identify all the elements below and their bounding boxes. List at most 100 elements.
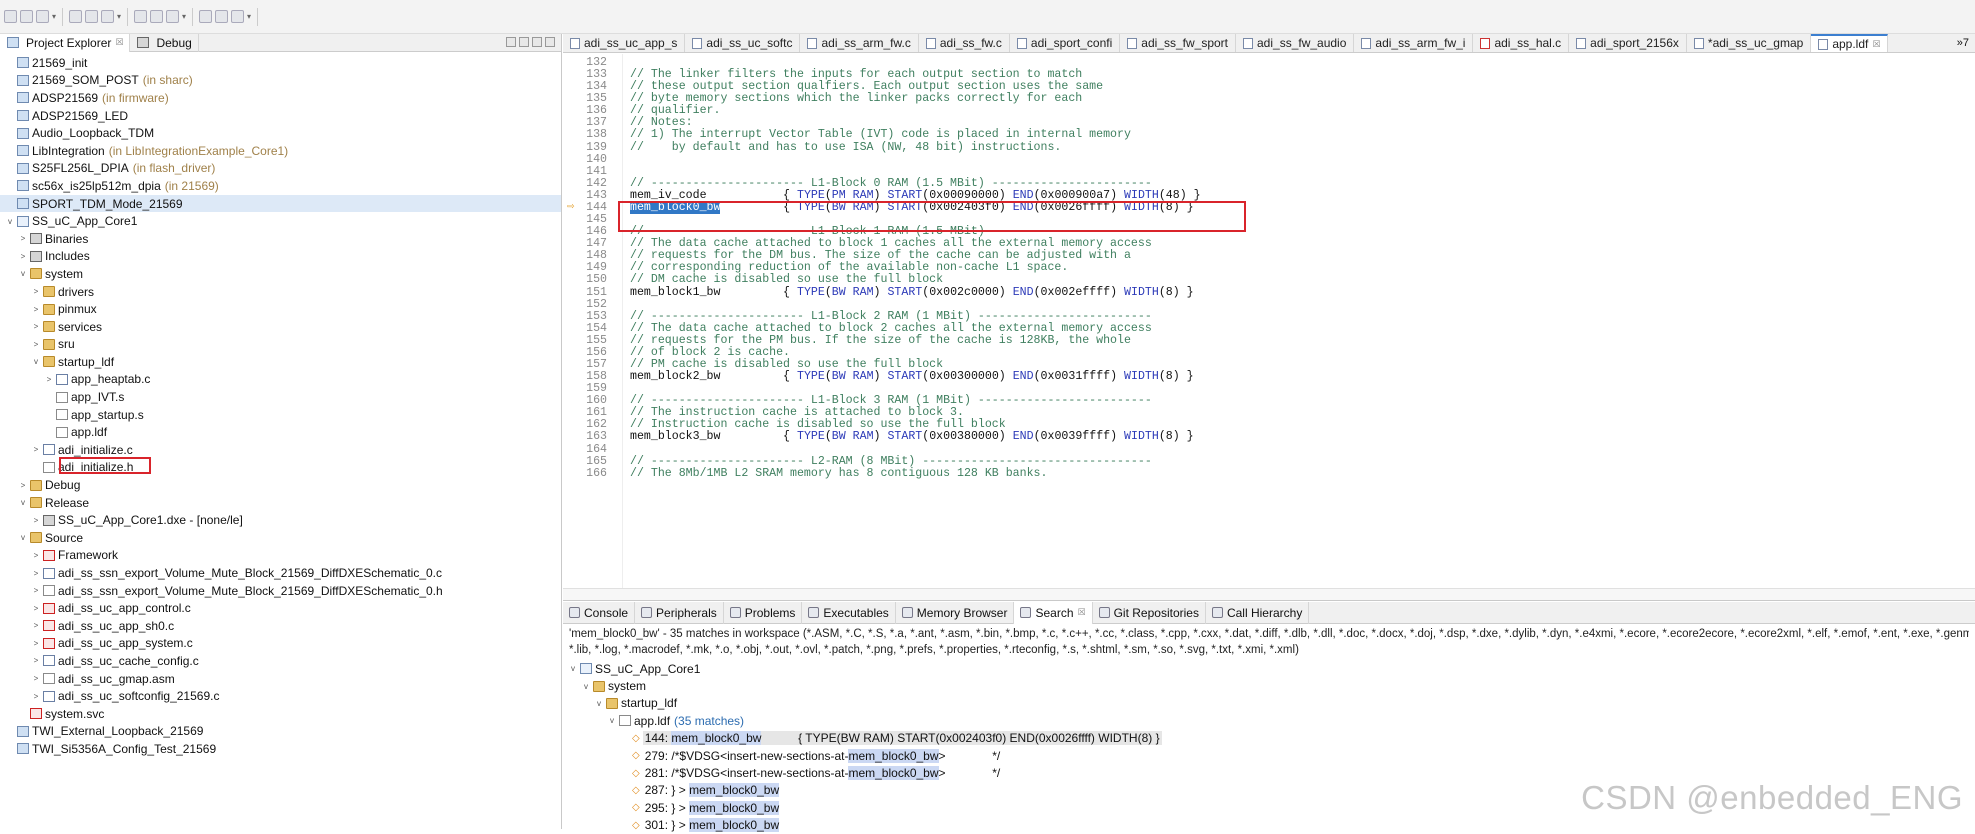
chevron-down-icon[interactable]: ▾: [52, 12, 56, 21]
save-icon[interactable]: [20, 10, 33, 23]
result-tree-item[interactable]: v app.ldf (35 matches): [563, 712, 1975, 729]
twisty-icon[interactable]: >: [30, 621, 42, 630]
tree-item[interactable]: > adi_ss_uc_app_sh0.c: [0, 617, 561, 635]
search-result-row[interactable]: ◇ 279: /*$VDSG<insert-new-sections-at-mem…: [563, 747, 1975, 764]
chevron-down-icon[interactable]: ▾: [182, 12, 186, 21]
search-icon[interactable]: [199, 10, 213, 23]
tab-search[interactable]: Search ☒: [1014, 601, 1093, 624]
tab-call-hierarchy[interactable]: Call Hierarchy: [1206, 601, 1310, 624]
twisty-icon[interactable]: >: [30, 639, 42, 648]
tree-item[interactable]: SPORT_TDM_Mode_21569: [0, 194, 561, 213]
twisty-icon[interactable]: v: [567, 664, 579, 673]
twisty-icon[interactable]: >: [17, 234, 29, 243]
editor-tab[interactable]: adi_ss_uc_softc: [685, 34, 801, 52]
step-icon[interactable]: [150, 10, 164, 23]
tree-item[interactable]: app_IVT.s: [0, 388, 561, 406]
twisty-icon[interactable]: >: [30, 604, 42, 613]
new-icon[interactable]: [4, 10, 17, 23]
tree-item[interactable]: > pinmux: [0, 300, 561, 318]
tree-item[interactable]: S25FL256L_DPIA (in flash_driver): [0, 160, 561, 178]
tab-console[interactable]: Console: [563, 601, 636, 624]
tab-problems[interactable]: Problems: [724, 601, 803, 624]
twisty-icon[interactable]: >: [30, 569, 42, 578]
horizontal-scrollbar[interactable]: [563, 588, 1975, 600]
tree-item[interactable]: > Framework: [0, 547, 561, 565]
stop-icon[interactable]: [134, 10, 148, 23]
collapse-all-icon[interactable]: [506, 37, 516, 47]
tree-item[interactable]: > adi_ss_ssn_export_Volume_Mute_Block_215…: [0, 564, 561, 582]
twisty-icon[interactable]: >: [17, 481, 29, 490]
tree-item[interactable]: TWI_Si5356A_Config_Test_21569: [0, 740, 561, 758]
editor-tab[interactable]: adi_ss_fw.c: [919, 34, 1010, 52]
twisty-icon[interactable]: >: [30, 445, 42, 454]
tree-item[interactable]: app_startup.s: [0, 406, 561, 424]
tree-item[interactable]: 21569_init: [0, 54, 561, 72]
twisty-icon[interactable]: >: [30, 656, 42, 665]
tree-item[interactable]: sc56x_is25lp512m_dpia (in 21569): [0, 177, 561, 195]
twisty-icon[interactable]: v: [30, 357, 42, 366]
tree-item[interactable]: 21569_SOM_POST (in sharc): [0, 72, 561, 90]
tab-debug[interactable]: Debug: [130, 33, 199, 52]
twisty-icon[interactable]: v: [606, 716, 618, 725]
tree-item[interactable]: > Includes: [0, 248, 561, 266]
twisty-icon[interactable]: v: [17, 498, 29, 507]
code-view[interactable]: 132 133 // The linker filters the inputs f…: [563, 54, 1975, 589]
editor-tab[interactable]: adi_ss_uc_app_s: [563, 34, 686, 52]
tree-item[interactable]: > adi_ss_uc_cache_config.c: [0, 652, 561, 670]
tree-item[interactable]: > SS_uC_App_Core1.dxe - [none/le]: [0, 511, 561, 529]
editor-tab[interactable]: adi_ss_arm_fw.c: [800, 34, 919, 52]
twisty-icon[interactable]: >: [30, 287, 42, 296]
twisty-icon[interactable]: >: [30, 305, 42, 314]
tree-item[interactable]: > app_heaptab.c: [0, 371, 561, 389]
tree-item[interactable]: > drivers: [0, 283, 561, 301]
tree-item[interactable]: > Binaries: [0, 230, 561, 248]
tree-item[interactable]: v startup_ldf: [0, 353, 561, 371]
maximize-icon[interactable]: [545, 37, 555, 47]
tree-item[interactable]: ADSP21569_LED: [0, 107, 561, 125]
tree-item[interactable]: TWI_External_Loopback_21569: [0, 723, 561, 741]
editor-tab[interactable]: adi_ss_fw_sport: [1120, 34, 1236, 52]
twisty-icon[interactable]: v: [580, 682, 592, 691]
tree-item[interactable]: v Source: [0, 529, 561, 547]
save-all-icon[interactable]: [36, 10, 49, 23]
tab-overflow[interactable]: »7: [1951, 37, 1975, 49]
tree-item[interactable]: v Release: [0, 494, 561, 512]
editor-tab[interactable]: *adi_ss_uc_gmap: [1687, 34, 1812, 52]
tree-item[interactable]: v system: [0, 265, 561, 283]
tab-executables[interactable]: Executables: [802, 601, 896, 624]
forward-icon[interactable]: [231, 10, 245, 23]
result-tree-item[interactable]: v startup_ldf: [563, 695, 1975, 712]
twisty-icon[interactable]: v: [593, 699, 605, 708]
twisty-icon[interactable]: >: [30, 692, 42, 701]
tree-item[interactable]: > adi_ss_uc_app_system.c: [0, 635, 561, 653]
chevron-down-icon[interactable]: ▾: [247, 12, 251, 21]
tree-item[interactable]: v SS_uC_App_Core1: [0, 212, 561, 230]
result-tree-item[interactable]: v system: [563, 677, 1975, 694]
tab-git-repositories[interactable]: Git Repositories: [1093, 601, 1206, 624]
tree-item[interactable]: > adi_ss_uc_gmap.asm: [0, 670, 561, 688]
tree-item[interactable]: > adi_ss_uc_softconfig_21569.c: [0, 687, 561, 705]
twisty-icon[interactable]: v: [17, 269, 29, 278]
link-editor-icon[interactable]: [519, 37, 529, 47]
chevron-down-icon[interactable]: ▾: [117, 12, 121, 21]
editor-tab[interactable]: adi_sport_2156x: [1569, 34, 1687, 52]
twisty-icon[interactable]: >: [30, 340, 42, 349]
tree-item[interactable]: Audio_Loopback_TDM: [0, 124, 561, 142]
tree-item[interactable]: LibIntegration (in LibIntegrationExample_…: [0, 142, 561, 160]
tree-item[interactable]: > Debug: [0, 476, 561, 494]
editor-tab[interactable]: app.ldf ☒: [1811, 34, 1889, 52]
editor-tab[interactable]: adi_ss_fw_audio: [1236, 34, 1355, 52]
tree-item[interactable]: ADSP21569 (in firmware): [0, 89, 561, 107]
tree-item[interactable]: > adi_ss_uc_app_control.c: [0, 599, 561, 617]
run-icon[interactable]: [101, 10, 115, 23]
result-tree-item[interactable]: v SS_uC_App_Core1: [563, 660, 1975, 677]
twisty-icon[interactable]: >: [17, 252, 29, 261]
minimize-icon[interactable]: [532, 37, 542, 47]
twisty-icon[interactable]: v: [17, 533, 29, 542]
close-icon[interactable]: ☒: [115, 37, 123, 48]
editor-tab[interactable]: adi_sport_confi: [1010, 34, 1121, 52]
twisty-icon[interactable]: >: [43, 375, 55, 384]
close-icon[interactable]: ☒: [1078, 607, 1086, 618]
tree-item[interactable]: > sru: [0, 336, 561, 354]
twisty-icon[interactable]: >: [30, 551, 42, 560]
